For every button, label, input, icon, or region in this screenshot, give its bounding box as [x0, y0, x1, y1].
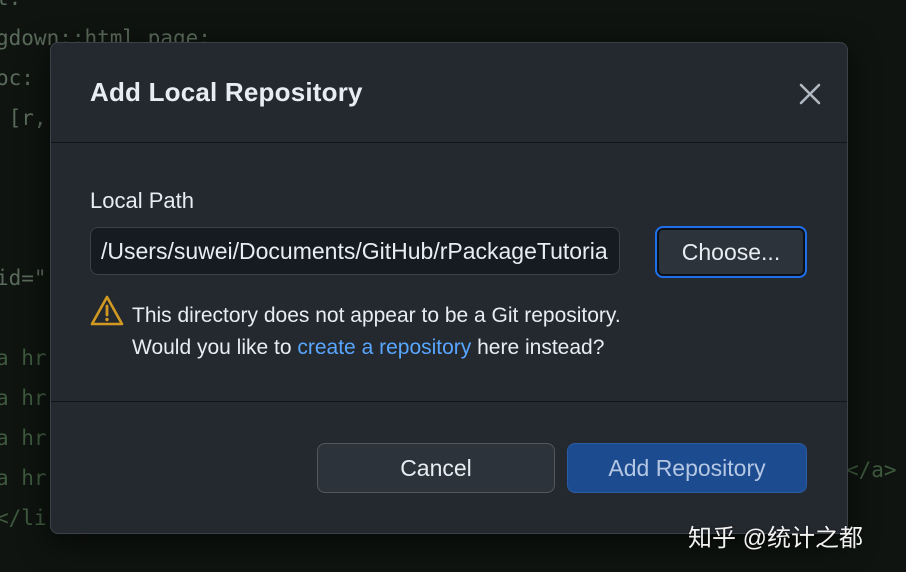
local-path-label: Local Path	[90, 188, 194, 213]
dialog-title: Add Local Repository	[90, 77, 363, 107]
code-line: id="	[0, 266, 47, 290]
add-local-repository-dialog: Add Local Repository Local Path Choose..…	[50, 42, 848, 534]
warning-line-1: This directory does not appear to be a G…	[132, 304, 621, 327]
warning-line-2-prefix: Would you like to	[132, 336, 298, 359]
warning-line-2-suffix: here instead?	[471, 336, 605, 359]
code-line: t:	[0, 0, 21, 18]
dialog-body: Local Path Choose... This directory does…	[51, 143, 847, 402]
code-line: a hr	[0, 346, 47, 370]
code-tail-fragment: </a>	[846, 458, 897, 482]
code-line: [r,	[0, 106, 47, 130]
code-line: a hr	[0, 426, 47, 450]
local-path-input[interactable]	[90, 227, 620, 275]
watermark: 知乎 @统计之都	[688, 525, 864, 552]
warning-message: This directory does not appear to be a G…	[132, 300, 621, 364]
code-line: a hr	[0, 386, 47, 410]
add-repository-button[interactable]: Add Repository	[567, 443, 807, 493]
close-button[interactable]	[795, 79, 825, 109]
dialog-header: Add Local Repository	[51, 43, 847, 143]
code-line: </li	[0, 506, 47, 530]
cancel-button[interactable]: Cancel	[317, 443, 555, 493]
code-line: a hr	[0, 466, 47, 490]
code-line: oc:	[0, 66, 34, 90]
warning-line-2: Would you like to create a repository he…	[132, 332, 621, 364]
choose-button[interactable]: Choose...	[655, 226, 807, 278]
warning-triangle-icon	[90, 295, 124, 326]
create-repository-link[interactable]: create a repository	[297, 336, 471, 359]
close-icon	[799, 83, 821, 105]
